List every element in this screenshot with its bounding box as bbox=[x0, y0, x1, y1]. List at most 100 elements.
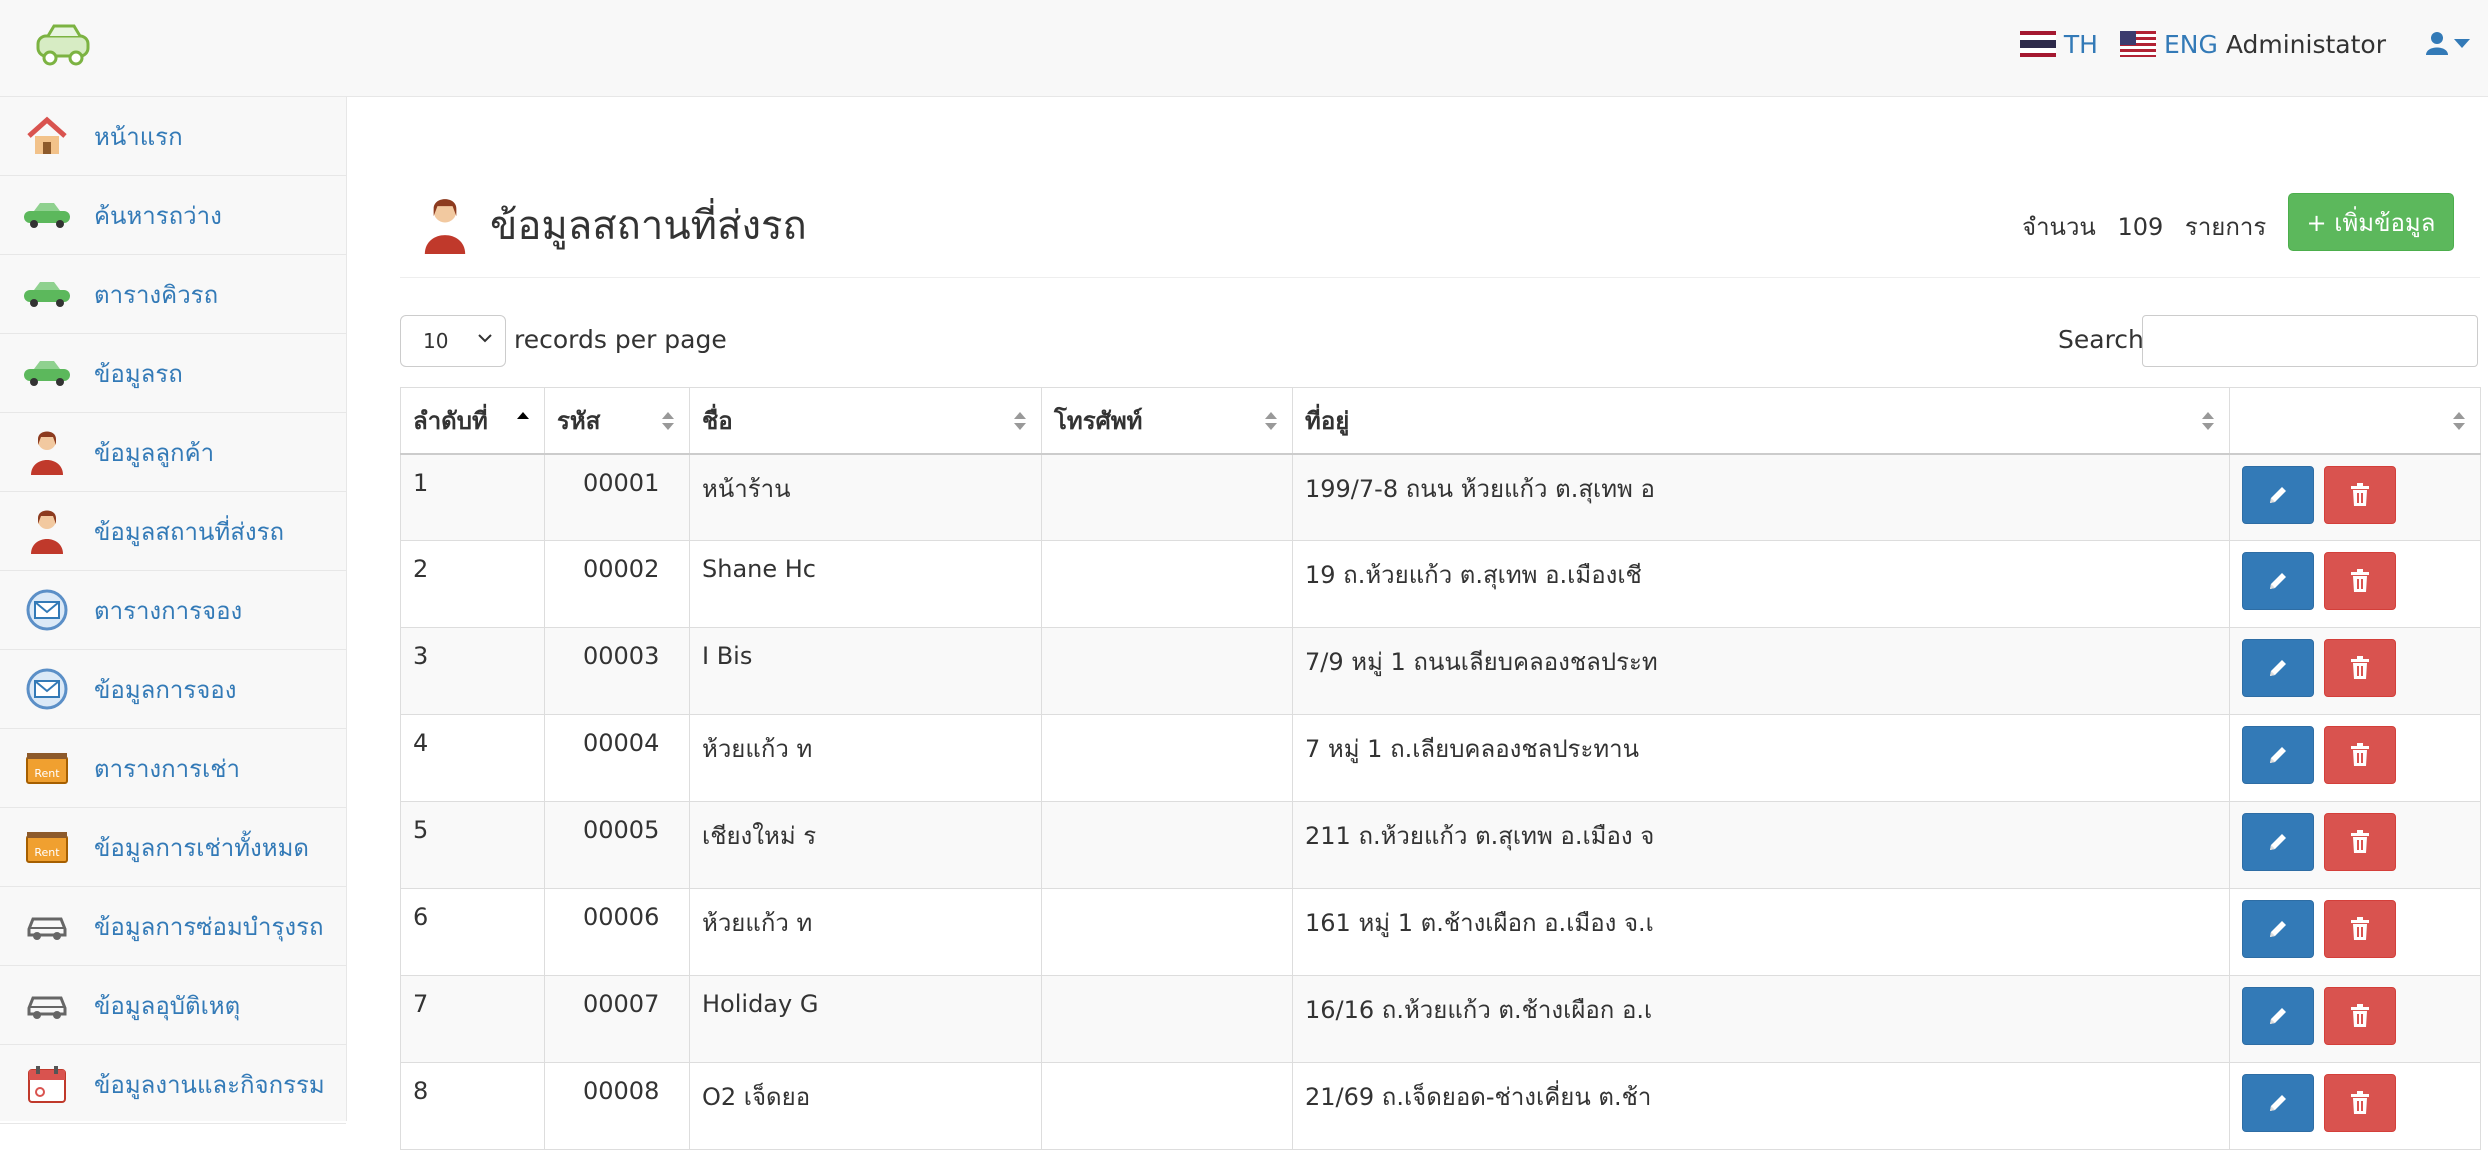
sidebar-item-booking-data[interactable]: ข้อมูลการจอง bbox=[0, 650, 346, 729]
delete-button[interactable] bbox=[2324, 987, 2396, 1045]
edit-button[interactable] bbox=[2242, 552, 2314, 610]
edit-button[interactable] bbox=[2242, 1074, 2314, 1132]
calendar-icon bbox=[20, 1060, 74, 1108]
trash-icon bbox=[2351, 830, 2369, 853]
cell-code: 00003 bbox=[544, 627, 690, 715]
cell-address: 7 หมู่ 1 ถ.เลียบคลองชลประทาน bbox=[1292, 714, 2230, 802]
delete-button[interactable] bbox=[2324, 813, 2396, 871]
sidebar-item-customer[interactable]: ข้อมูลลูกค้า bbox=[0, 413, 346, 492]
sidebar-item-delivery-place[interactable]: ข้อมูลสถานที่ส่งรถ bbox=[0, 492, 346, 571]
edit-button[interactable] bbox=[2242, 465, 2314, 524]
sidebar-item-label: หน้าแรก bbox=[94, 122, 183, 151]
sidebar-item-booking-table[interactable]: ตารางการจอง bbox=[0, 571, 346, 650]
car-outline-icon bbox=[20, 902, 74, 950]
sidebar-item-rent-all[interactable]: Rent ข้อมูลการเช่าทั้งหมด bbox=[0, 808, 346, 887]
svg-text:Rent: Rent bbox=[34, 767, 60, 780]
edit-button[interactable] bbox=[2242, 813, 2314, 871]
cell-no: 5 bbox=[400, 801, 545, 889]
cell-phone bbox=[1041, 888, 1293, 976]
cell-actions bbox=[2229, 975, 2481, 1063]
car-icon bbox=[20, 191, 74, 239]
cell-address: 211 ถ.ห้วยแก้ว ต.สุเทพ อ.เมือง จ bbox=[1292, 801, 2230, 889]
cell-actions bbox=[2229, 1062, 2481, 1150]
sidebar-item-label: ค้นหารถว่าง bbox=[94, 201, 222, 230]
cell-no: 4 bbox=[400, 714, 545, 802]
col-header-phone[interactable]: โทรศัพท์ bbox=[1041, 387, 1293, 455]
cell-name: หน้าร้าน bbox=[689, 453, 1042, 541]
cell-actions bbox=[2229, 714, 2481, 802]
col-header-no[interactable]: ลำดับที่ bbox=[400, 387, 545, 455]
table-row: 8 00008 O2 เจ็ดยอ 21/69 ถ.เจ็ดยอด-ช่างเคี่ย… bbox=[400, 1062, 2481, 1150]
delete-button[interactable] bbox=[2324, 726, 2396, 784]
delete-button[interactable] bbox=[2324, 639, 2396, 697]
add-record-button[interactable]: + เพิ่มข้อมูล bbox=[2288, 193, 2454, 251]
col-header-code[interactable]: รหัส bbox=[544, 387, 690, 455]
table-header-row: ลำดับที่ รหัส ชื่อ โทรศัพท์ ที่อยู่ bbox=[400, 387, 2481, 455]
pencil-icon bbox=[2270, 486, 2286, 503]
delete-button[interactable] bbox=[2324, 900, 2396, 958]
cell-name: Holiday G bbox=[689, 975, 1042, 1063]
pencil-icon bbox=[2270, 573, 2286, 589]
cell-actions bbox=[2229, 888, 2481, 976]
us-flag-icon bbox=[2119, 31, 2156, 57]
sidebar-item-accident[interactable]: ข้อมูลอุบัติเหตุ bbox=[0, 966, 346, 1045]
cell-phone bbox=[1041, 540, 1293, 628]
sidebar-item-car-data[interactable]: ข้อมูลรถ bbox=[0, 334, 346, 413]
trash-icon bbox=[2351, 569, 2369, 592]
count-prefix: จำนวน bbox=[2022, 213, 2096, 241]
sort-icon bbox=[1014, 412, 1026, 430]
sidebar-item-car-queue[interactable]: ตารางคิวรถ bbox=[0, 255, 346, 334]
sidebar-item-label: ข้อมูลการเช่าทั้งหมด bbox=[94, 833, 309, 862]
user-icon bbox=[2426, 32, 2448, 55]
logo-car-icon[interactable] bbox=[32, 20, 94, 70]
cell-address: 21/69 ถ.เจ็ดยอด-ช่างเคี่ยน ต.ช้า bbox=[1292, 1062, 2230, 1150]
records-per-page-select[interactable]: 10 bbox=[400, 315, 506, 367]
cell-address: 7/9 หมู่ 1 ถนนเลียบคลองชลประท bbox=[1292, 627, 2230, 715]
edit-button[interactable] bbox=[2242, 900, 2314, 958]
sidebar-item-events[interactable]: ข้อมูลงานและกิจกรรม bbox=[0, 1045, 346, 1124]
car-outline-icon bbox=[20, 981, 74, 1029]
lang-th-link[interactable]: TH bbox=[2019, 30, 2098, 59]
edit-button[interactable] bbox=[2242, 726, 2314, 784]
delete-button[interactable] bbox=[2324, 465, 2396, 524]
page-header: ข้อมูลสถานที่ส่งรถ จำนวน 109 รายการ + เพ… bbox=[400, 187, 2480, 278]
cell-code: 00001 bbox=[544, 453, 690, 541]
record-count: จำนวน 109 รายการ bbox=[2022, 207, 2280, 246]
delete-button[interactable] bbox=[2324, 552, 2396, 610]
cell-actions bbox=[2229, 627, 2481, 715]
cell-code: 00004 bbox=[544, 714, 690, 802]
edit-button[interactable] bbox=[2242, 639, 2314, 697]
cell-name: Shane Hc bbox=[689, 540, 1042, 628]
cell-code: 00005 bbox=[544, 801, 690, 889]
table-body: 1 00001 หน้าร้าน 199/7-8 ถนน ห้วยแก้ว ต.สุเ… bbox=[400, 453, 2481, 1150]
sidebar-item-label: ข้อมูลงานและกิจกรรม bbox=[94, 1070, 325, 1099]
delete-button[interactable] bbox=[2324, 1074, 2396, 1132]
top-navbar: TH ENG Administator bbox=[0, 0, 2488, 97]
sidebar-item-label: ตารางการเช่า bbox=[94, 754, 241, 783]
user-menu-toggle[interactable] bbox=[2426, 31, 2470, 57]
lang-en-link[interactable]: ENG bbox=[2119, 29, 2218, 59]
search-input[interactable] bbox=[2142, 315, 2478, 367]
sidebar-item-search-car[interactable]: ค้นหารถว่าง bbox=[0, 176, 346, 255]
page-title: ข้อมูลสถานที่ส่งรถ bbox=[420, 193, 807, 257]
cell-no: 7 bbox=[400, 975, 545, 1063]
cell-code: 00007 bbox=[544, 975, 690, 1063]
col-header-address[interactable]: ที่อยู่ bbox=[1292, 387, 2230, 455]
col-header-name[interactable]: ชื่อ bbox=[689, 387, 1042, 455]
col-header-actions[interactable] bbox=[2229, 387, 2481, 455]
trash-icon bbox=[2351, 656, 2369, 679]
sort-icon bbox=[2453, 412, 2465, 430]
sidebar-item-label: ข้อมูลการจอง bbox=[94, 675, 237, 704]
sidebar-item-home[interactable]: หน้าแรก bbox=[0, 97, 346, 176]
edit-button[interactable] bbox=[2242, 987, 2314, 1045]
cell-code: 00008 bbox=[544, 1062, 690, 1150]
sidebar-item-maintenance[interactable]: ข้อมูลการซ่อมบำรุงรถ bbox=[0, 887, 346, 966]
booking-icon bbox=[20, 665, 74, 713]
cell-actions bbox=[2229, 540, 2481, 628]
sidebar-item-rent-table[interactable]: Rent ตารางการเช่า bbox=[0, 729, 346, 808]
cell-phone bbox=[1041, 453, 1293, 541]
lang-en-label: ENG bbox=[2163, 29, 2218, 59]
table-row: 2 00002 Shane Hc 19 ถ.ห้วยแก้ว ต.สุเทพ อ.เม… bbox=[400, 540, 2481, 628]
person-icon bbox=[20, 507, 74, 555]
table-row: 3 00003 I Bis 7/9 หมู่ 1 ถนนเลียบคลองชลประท bbox=[400, 627, 2481, 715]
